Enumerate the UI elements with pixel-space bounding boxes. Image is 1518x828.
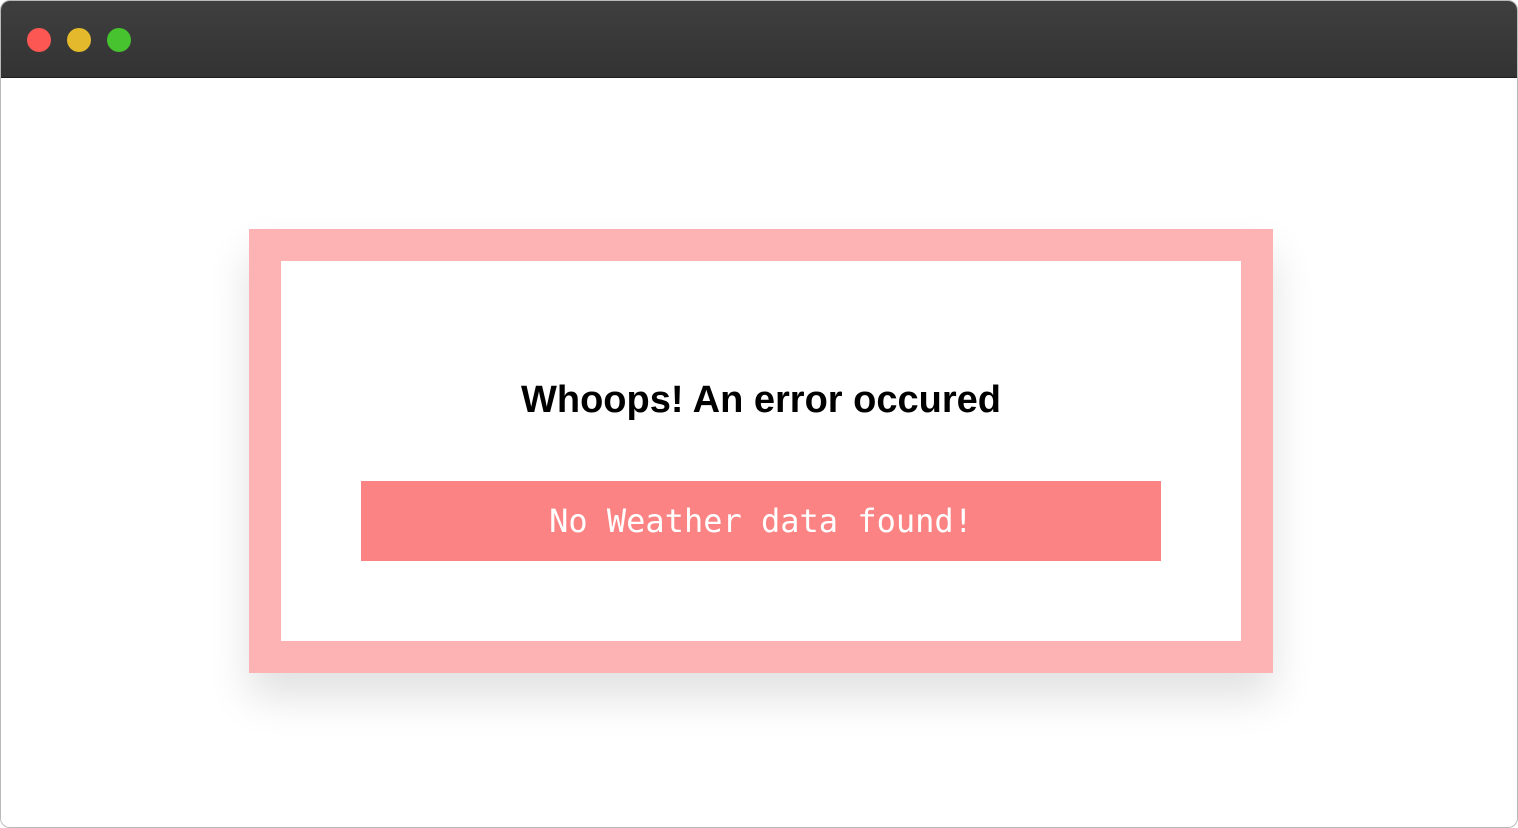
error-message-banner: No Weather data found! [361,481,1161,561]
error-card: Whoops! An error occured No Weather data… [249,229,1273,673]
error-title: Whoops! An error occured [521,379,1001,421]
app-window: Whoops! An error occured No Weather data… [0,0,1518,828]
close-window-button[interactable] [27,28,51,52]
minimize-window-button[interactable] [67,28,91,52]
page-content: Whoops! An error occured No Weather data… [1,78,1517,827]
title-bar [1,1,1517,78]
zoom-window-button[interactable] [107,28,131,52]
